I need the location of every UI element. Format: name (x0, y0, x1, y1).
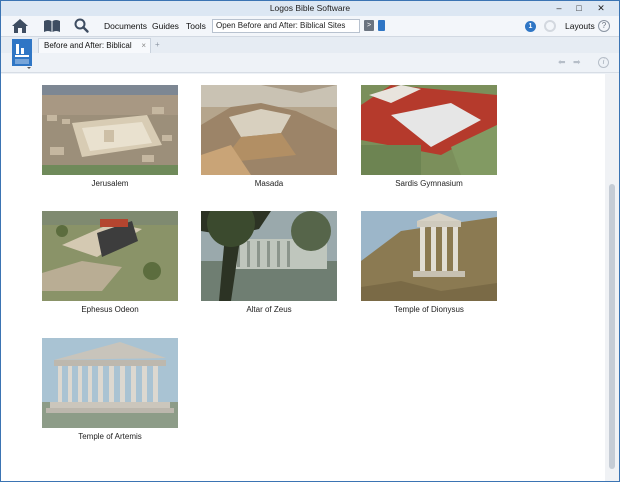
site-card-temple-of-artemis[interactable]: Temple of Artemis (42, 338, 178, 444)
site-image-masada[interactable] (201, 85, 337, 175)
tab-strip: Before and After: Biblical Sites × + (1, 37, 619, 63)
maximize-button[interactable]: □ (571, 2, 587, 14)
site-image-temple-of-artemis[interactable] (42, 338, 178, 428)
panel-header: ⬅ ➡ i (1, 39, 619, 73)
vertical-scrollbar[interactable] (605, 74, 619, 481)
terminal-icon[interactable]: > (364, 20, 374, 31)
site-caption: Altar of Zeus (246, 305, 292, 314)
site-caption: Masada (254, 179, 284, 188)
library-icon[interactable] (41, 17, 63, 35)
tab-before-and-after[interactable]: Before and After: Biblical Sites × (38, 38, 151, 63)
main-toolbar: Documents Guides Tools Open Before and A… (1, 16, 619, 37)
site-caption: Ephesus Odeon (81, 305, 139, 314)
tab-close-icon[interactable]: × (141, 39, 146, 52)
new-tab-button[interactable]: + (155, 40, 160, 49)
notification-badge[interactable]: 1 (525, 21, 536, 32)
site-card-ephesus-odeon[interactable]: Ephesus Odeon (42, 211, 178, 317)
resource-icon[interactable] (11, 39, 32, 69)
forward-arrow-icon[interactable]: ➡ (573, 57, 581, 68)
bookmark-icon[interactable] (378, 20, 385, 31)
gallery: Jerusalem Masada Sardis Gymnasium Ephesu… (1, 74, 605, 481)
site-image-ephesus-odeon[interactable] (42, 211, 178, 301)
site-card-temple-of-dionysus[interactable]: Temple of Dionysus (361, 211, 497, 317)
site-caption: Temple of Dionysus (394, 305, 464, 314)
help-icon[interactable]: ? (598, 20, 610, 32)
site-card-jerusalem[interactable]: Jerusalem (42, 85, 178, 191)
close-button[interactable]: ✕ (593, 2, 609, 14)
site-card-altar-of-zeus[interactable]: Altar of Zeus (201, 211, 337, 317)
window-title: Logos Bible Software (269, 3, 351, 13)
site-image-sardis-gymnasium[interactable] (361, 85, 497, 175)
info-icon[interactable]: i (598, 57, 609, 68)
sync-icon[interactable] (544, 20, 556, 32)
site-caption: Jerusalem (91, 179, 129, 188)
minimize-button[interactable]: – (551, 2, 567, 14)
title-bar: Logos Bible Software – □ ✕ (1, 1, 619, 16)
site-image-jerusalem[interactable] (42, 85, 178, 175)
site-image-temple-of-dionysus[interactable] (361, 211, 497, 301)
command-box[interactable]: Open Before and After: Biblical Sites (212, 19, 360, 33)
home-icon[interactable] (9, 17, 31, 35)
site-card-sardis-gymnasium[interactable]: Sardis Gymnasium (361, 85, 497, 191)
app-window: Logos Bible Software – □ ✕ Documents Gui… (0, 0, 620, 482)
menu-guides[interactable]: Guides (152, 21, 179, 31)
site-caption: Temple of Artemis (78, 432, 142, 441)
back-arrow-icon[interactable]: ⬅ (558, 57, 566, 68)
site-card-masada[interactable]: Masada (201, 85, 337, 191)
search-icon[interactable] (71, 17, 93, 35)
scrollbar-thumb[interactable] (609, 184, 615, 469)
menu-documents[interactable]: Documents (104, 21, 147, 31)
site-caption: Sardis Gymnasium (395, 179, 463, 188)
layouts-button[interactable]: Layouts (565, 21, 595, 31)
site-image-altar-of-zeus[interactable] (201, 211, 337, 301)
menu-tools[interactable]: Tools (186, 21, 206, 31)
